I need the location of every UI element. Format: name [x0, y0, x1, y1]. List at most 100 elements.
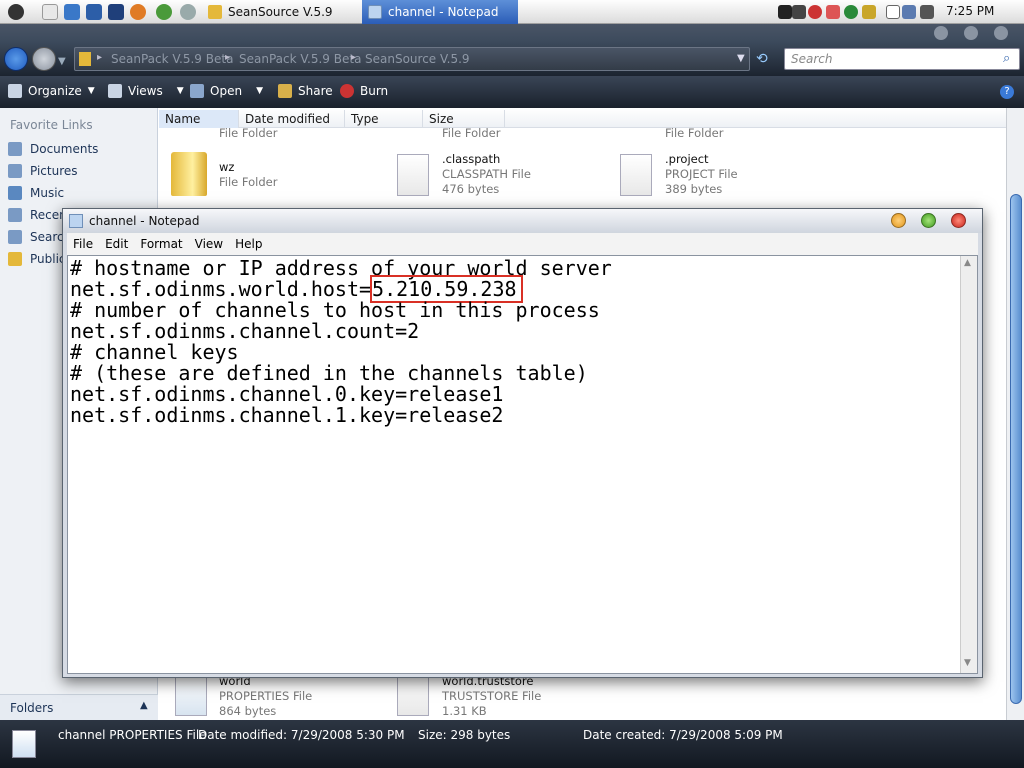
refresh-icon[interactable]: ⟲: [756, 51, 774, 67]
menu-format[interactable]: Format: [134, 237, 188, 251]
tray-icon[interactable]: [886, 5, 900, 19]
tray-icon[interactable]: [792, 5, 806, 19]
apple-icon[interactable]: [8, 4, 24, 20]
text-line: net.sf.odinms.channel.0.key=release1: [70, 382, 504, 406]
window-switch-icon[interactable]: [108, 4, 124, 20]
folder-icon: [208, 5, 222, 19]
tray-icon[interactable]: [778, 5, 792, 19]
file-type: File Folder: [219, 126, 278, 140]
history-dropdown-icon[interactable]: ▼: [58, 56, 66, 67]
notepad-titlebar[interactable]: channel - Notepad: [63, 209, 982, 233]
scroll-down-icon[interactable]: ▼: [964, 658, 971, 668]
scrollbar-thumb[interactable]: [1010, 194, 1022, 704]
nav-label: Documents: [30, 142, 99, 156]
file-item[interactable]: .classpath CLASSPATH File 476 bytes: [442, 152, 531, 197]
search-input[interactable]: Search ⌕: [784, 48, 1020, 70]
folder-icon: [79, 52, 91, 66]
close-button[interactable]: [994, 26, 1008, 40]
file-item[interactable]: .project PROJECT File 389 bytes: [665, 152, 738, 197]
utorrent-icon[interactable]: [156, 4, 172, 20]
quicklaunch-icon[interactable]: [42, 4, 58, 20]
file-icon: [175, 674, 207, 716]
share-icon: [278, 84, 292, 98]
breadcrumb-item[interactable]: SeanPack V.5.9 Beta: [111, 52, 233, 66]
tray-icon[interactable]: [826, 5, 840, 19]
notepad-scrollbar[interactable]: ▲ ▼: [960, 256, 977, 673]
file-size: 864 bytes: [219, 704, 277, 718]
file-type: CLASSPATH File: [442, 167, 531, 181]
burn-button[interactable]: Burn: [340, 84, 388, 98]
task-seansource[interactable]: SeanSource V.5.9: [202, 0, 362, 24]
clock[interactable]: 7:25 PM: [946, 4, 994, 18]
menu-edit[interactable]: Edit: [99, 237, 134, 251]
ie-icon[interactable]: [64, 4, 80, 20]
tray-icon[interactable]: [862, 5, 876, 19]
nav-item-documents[interactable]: Documents: [8, 142, 98, 156]
file-type: File Folder: [219, 175, 278, 189]
notepad-icon: [69, 214, 83, 228]
file-icon: [12, 730, 36, 758]
file-item[interactable]: File Folder: [665, 126, 723, 141]
file-type: PROJECT File: [665, 167, 738, 181]
file-item[interactable]: File Folder: [442, 126, 500, 141]
breadcrumb[interactable]: ▸ SeanPack V.5.9 Beta ▸ SeanPack V.5.9 B…: [74, 47, 750, 71]
tray-icon[interactable]: [902, 5, 916, 19]
maximize-button[interactable]: [964, 26, 978, 40]
scroll-up-icon[interactable]: ▲: [964, 258, 971, 268]
file-type: File Folder: [665, 126, 724, 140]
nav-item-music[interactable]: Music: [8, 186, 64, 200]
views-button[interactable]: Views ▼: [108, 84, 184, 98]
menu-file[interactable]: File: [67, 237, 99, 251]
file-type: PROPERTIES File: [219, 689, 313, 703]
music-icon: [8, 186, 22, 200]
search-icon[interactable]: ⌕: [1003, 51, 1010, 66]
file-size: Size: 298 bytes: [418, 728, 511, 742]
explorer-scrollbar[interactable]: [1006, 108, 1024, 720]
nav-item-pictures[interactable]: Pictures: [8, 164, 78, 178]
notepad-window: channel - Notepad File Edit Format View …: [62, 208, 983, 678]
share-button[interactable]: Share: [278, 84, 333, 98]
firefox-icon[interactable]: [130, 4, 146, 20]
app-icon[interactable]: [180, 4, 196, 20]
volume-icon[interactable]: [920, 5, 934, 19]
menu-view[interactable]: View: [189, 237, 229, 251]
menu-help[interactable]: Help: [229, 237, 268, 251]
minimize-button[interactable]: [934, 26, 948, 40]
file-type: TRUSTSTORE File: [442, 689, 542, 703]
breadcrumb-item[interactable]: SeanPack V.5.9 Beta: [239, 52, 361, 66]
pictures-icon: [8, 164, 22, 178]
folders-toggle[interactable]: Folders ▲: [0, 694, 158, 720]
nav-item-public[interactable]: Public: [8, 252, 66, 266]
text-line: net.sf.odinms.channel.count=2: [70, 319, 420, 343]
back-button[interactable]: [4, 47, 28, 71]
organize-button[interactable]: Organize ▼: [8, 84, 95, 98]
task-label: SeanSource V.5.9: [228, 5, 333, 19]
maximize-button[interactable]: [921, 213, 936, 228]
recent-icon: [8, 208, 22, 222]
network-icon[interactable]: [844, 5, 858, 19]
search-folder-icon: [8, 230, 22, 244]
organize-label: Organize: [28, 84, 82, 98]
close-button[interactable]: [951, 213, 966, 228]
open-label: Open: [210, 84, 243, 98]
help-icon[interactable]: ?: [1000, 85, 1014, 99]
chevron-down-icon[interactable]: ▼: [737, 53, 745, 64]
file-item[interactable]: wz File Folder: [219, 160, 277, 190]
minimize-button[interactable]: [891, 213, 906, 228]
file-item[interactable]: world.truststore TRUSTSTORE File 1.31 KB: [442, 674, 541, 719]
open-button[interactable]: Open ▼: [190, 84, 263, 98]
task-notepad[interactable]: channel - Notepad: [362, 0, 518, 24]
nav-item-recent[interactable]: Recen: [8, 208, 67, 222]
breadcrumb-item[interactable]: SeanSource V.5.9: [365, 52, 470, 66]
file-item[interactable]: world PROPERTIES File 864 bytes: [219, 674, 312, 719]
tray-icon[interactable]: [808, 5, 822, 19]
file-item[interactable]: File Folder: [219, 126, 277, 141]
file-icon: [397, 154, 429, 196]
column-type[interactable]: Type: [345, 110, 423, 128]
documents-icon: [8, 142, 22, 156]
notepad-text-area[interactable]: # hostname or IP address of your world s…: [67, 255, 978, 674]
text-line: net.sf.odinms.world.host=5.210.59.238: [70, 275, 960, 303]
desktop-icon[interactable]: [86, 4, 102, 20]
burn-icon: [340, 84, 354, 98]
forward-button[interactable]: [32, 47, 56, 71]
